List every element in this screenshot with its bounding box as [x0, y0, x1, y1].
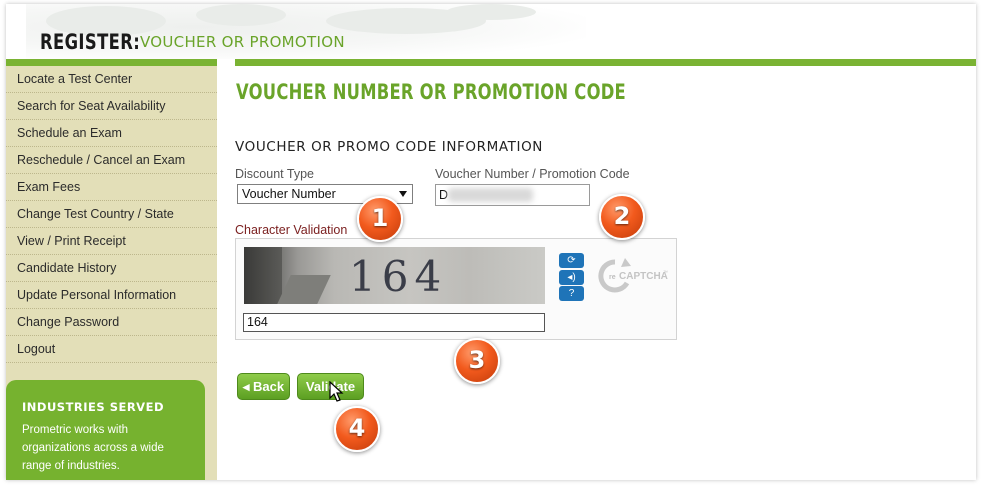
sidebar-item-update-info[interactable]: Update Personal Information: [6, 282, 217, 309]
captcha-text: 164: [349, 252, 448, 301]
industries-text: Prometric works with organizations acros…: [22, 424, 164, 472]
sidebar-item-exam-fees[interactable]: Exam Fees: [6, 174, 217, 201]
discount-type-label: Discount Type: [235, 167, 314, 181]
svg-text:CAPTCHA: CAPTCHA: [619, 271, 668, 282]
section-title: VOUCHER OR PROMO CODE INFORMATION: [235, 139, 543, 155]
callout-marker-3: 3: [454, 338, 500, 384]
sidebar-item-candidate-history[interactable]: Candidate History: [6, 255, 217, 282]
audio-icon[interactable]: ◂): [559, 270, 584, 285]
industries-panel: INDUSTRIES SERVED Prometric works with o…: [6, 380, 205, 480]
sidebar-item-schedule-exam[interactable]: Schedule an Exam: [6, 120, 217, 147]
header: REGISTER: VOUCHER OR PROMOTION: [6, 4, 976, 62]
voucher-code-value: D: [439, 188, 449, 202]
sidebar-item-change-country[interactable]: Change Test Country / State: [6, 201, 217, 228]
callout-marker-2: 2: [599, 194, 645, 240]
discount-type-value: Voucher Number: [242, 187, 336, 201]
help-icon[interactable]: ?: [559, 286, 584, 301]
register-section-title: VOUCHER OR PROMOTION: [140, 33, 345, 51]
voucher-code-label: Voucher Number / Promotion Code: [435, 167, 630, 181]
dropdown-arrow-icon: [399, 191, 407, 197]
captcha-image: 164: [244, 247, 545, 304]
industries-title: INDUSTRIES SERVED: [22, 400, 164, 414]
svg-text:™: ™: [663, 270, 668, 276]
register-title: REGISTER:: [40, 30, 141, 54]
sidebar-item-locate-test-center[interactable]: Locate a Test Center: [6, 66, 217, 93]
refresh-icon[interactable]: ⟳: [559, 253, 584, 268]
mouse-cursor-icon: [329, 381, 344, 402]
captcha-answer-input[interactable]: 164: [243, 313, 545, 332]
sidebar-item-reschedule-cancel[interactable]: Reschedule / Cancel an Exam: [6, 147, 217, 174]
sidebar-item-seat-availability[interactable]: Search for Seat Availability: [6, 93, 217, 120]
sidebar-item-change-password[interactable]: Change Password: [6, 309, 217, 336]
svg-text:re: re: [609, 274, 616, 281]
header-rule: [6, 59, 976, 66]
page-title: VOUCHER NUMBER OR PROMOTION CODE: [236, 80, 626, 104]
page: REGISTER: VOUCHER OR PROMOTION Locate a …: [0, 0, 982, 487]
sidebar-item-logout[interactable]: Logout: [6, 336, 217, 363]
sidebar-item-print-receipt[interactable]: View / Print Receipt: [6, 228, 217, 255]
callout-marker-4: 4: [334, 406, 380, 452]
callout-marker-1: 1: [357, 196, 403, 242]
back-button[interactable]: ◂ Back: [237, 373, 290, 400]
redacted-code-blur: [448, 188, 533, 202]
recaptcha-logo-icon: re CAPTCHA ™: [597, 256, 677, 296]
character-validation-label: Character Validation: [235, 223, 348, 237]
voucher-code-input[interactable]: D: [435, 184, 590, 206]
